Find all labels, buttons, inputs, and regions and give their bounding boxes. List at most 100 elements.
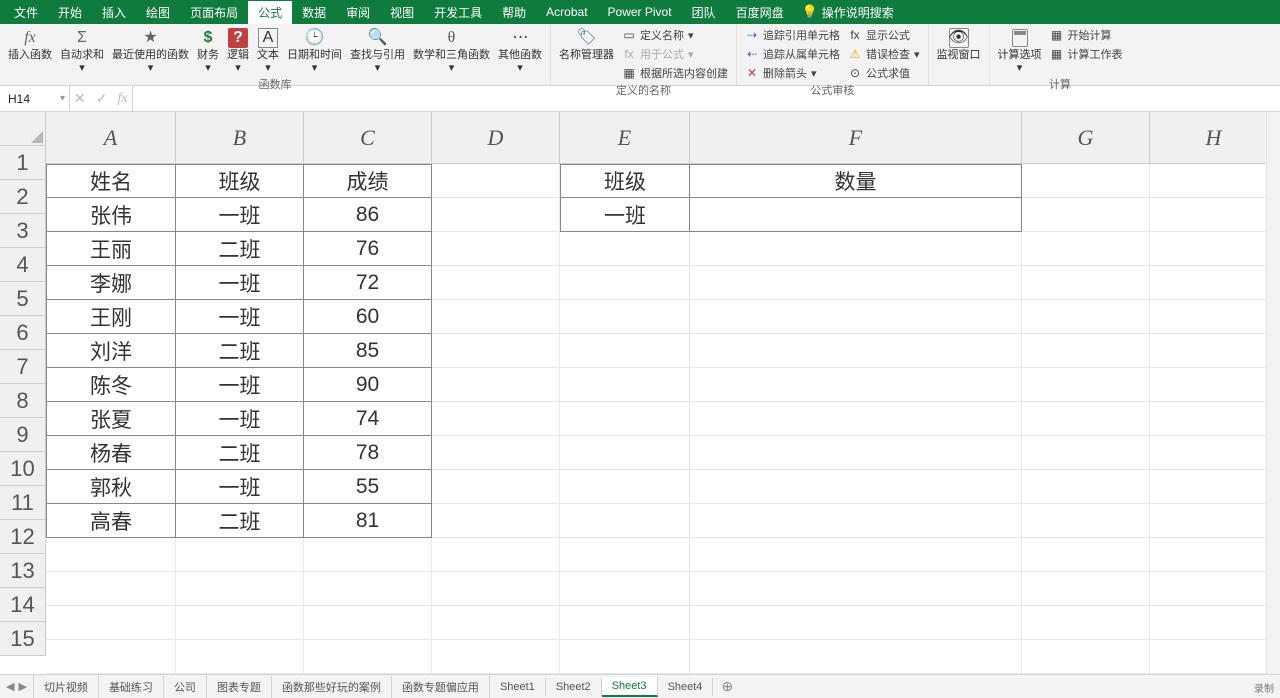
tab-insert[interactable]: 插入 bbox=[92, 1, 136, 24]
cell[interactable]: 一班 bbox=[176, 300, 304, 334]
calc-options-button[interactable]: 计算选项▾ bbox=[996, 26, 1044, 76]
cell[interactable] bbox=[46, 606, 176, 640]
cell[interactable]: 一班 bbox=[176, 198, 304, 232]
cell[interactable]: 一班 bbox=[176, 402, 304, 436]
tab-data[interactable]: 数据 bbox=[292, 1, 336, 24]
cell[interactable]: 陈冬 bbox=[46, 368, 176, 402]
cell[interactable] bbox=[46, 640, 176, 674]
row-header[interactable]: 6 bbox=[0, 316, 45, 350]
cell[interactable] bbox=[432, 436, 560, 470]
col-header[interactable]: A bbox=[46, 112, 176, 163]
tab-file[interactable]: 文件 bbox=[4, 1, 48, 24]
cell[interactable] bbox=[690, 334, 1022, 368]
cell[interactable] bbox=[1150, 164, 1278, 198]
show-formulas-button[interactable]: fx显示公式 bbox=[846, 26, 922, 44]
tab-home[interactable]: 开始 bbox=[48, 1, 92, 24]
logical-button[interactable]: ?逻辑▾ bbox=[225, 26, 251, 76]
cell[interactable]: 一班 bbox=[176, 470, 304, 504]
cell[interactable]: 班级 bbox=[560, 164, 690, 198]
cell[interactable]: 数量 bbox=[690, 164, 1022, 198]
define-name-button[interactable]: ▭定义名称 ▾ bbox=[620, 26, 730, 44]
cell[interactable] bbox=[1022, 266, 1150, 300]
tab-powerpivot[interactable]: Power Pivot bbox=[598, 2, 682, 22]
cell[interactable] bbox=[1022, 164, 1150, 198]
cell[interactable] bbox=[46, 538, 176, 572]
row-header[interactable]: 9 bbox=[0, 418, 45, 452]
math-button[interactable]: θ数学和三角函数▾ bbox=[411, 26, 492, 76]
add-sheet-button[interactable]: ⊕ bbox=[713, 678, 741, 695]
cell[interactable] bbox=[432, 334, 560, 368]
cell[interactable] bbox=[1150, 436, 1278, 470]
cell[interactable]: 张伟 bbox=[46, 198, 176, 232]
col-header[interactable]: H bbox=[1150, 112, 1278, 163]
cell[interactable] bbox=[1150, 300, 1278, 334]
cell[interactable] bbox=[432, 266, 560, 300]
cell[interactable]: 王丽 bbox=[46, 232, 176, 266]
cell[interactable] bbox=[432, 368, 560, 402]
name-box[interactable]: H14 bbox=[0, 86, 70, 111]
cell[interactable] bbox=[176, 606, 304, 640]
cell[interactable] bbox=[1150, 232, 1278, 266]
recent-fn-button[interactable]: ★最近使用的函数▾ bbox=[110, 26, 191, 76]
cell[interactable] bbox=[690, 504, 1022, 538]
row-header[interactable]: 15 bbox=[0, 622, 45, 656]
text-button[interactable]: A文本▾ bbox=[255, 26, 281, 76]
cell[interactable] bbox=[690, 606, 1022, 640]
sheet-tab[interactable]: Sheet4 bbox=[658, 678, 714, 696]
cell[interactable]: 姓名 bbox=[46, 164, 176, 198]
cell[interactable] bbox=[1022, 402, 1150, 436]
cell[interactable] bbox=[304, 538, 432, 572]
cell[interactable] bbox=[560, 470, 690, 504]
cell[interactable]: 李娜 bbox=[46, 266, 176, 300]
morefn-button[interactable]: ⋯其他函数▾ bbox=[496, 26, 544, 76]
cell[interactable] bbox=[432, 198, 560, 232]
tab-pagelayout[interactable]: 页面布局 bbox=[180, 1, 248, 24]
tab-help[interactable]: 帮助 bbox=[492, 1, 536, 24]
cell[interactable]: 81 bbox=[304, 504, 432, 538]
cell[interactable] bbox=[1022, 368, 1150, 402]
cell[interactable] bbox=[432, 640, 560, 674]
cell[interactable] bbox=[1150, 266, 1278, 300]
cell[interactable] bbox=[560, 606, 690, 640]
sheet-tab[interactable]: 公司 bbox=[164, 676, 207, 698]
tab-formulas[interactable]: 公式 bbox=[248, 1, 292, 24]
cell[interactable]: 高春 bbox=[46, 504, 176, 538]
cell[interactable]: 二班 bbox=[176, 232, 304, 266]
cell[interactable]: 一班 bbox=[176, 368, 304, 402]
cell[interactable] bbox=[1022, 436, 1150, 470]
cell[interactable] bbox=[690, 300, 1022, 334]
cell[interactable] bbox=[432, 402, 560, 436]
cell[interactable] bbox=[432, 606, 560, 640]
cell[interactable] bbox=[560, 232, 690, 266]
cell[interactable]: 85 bbox=[304, 334, 432, 368]
use-in-formula-button[interactable]: fx用于公式 ▾ bbox=[620, 45, 730, 63]
cell[interactable] bbox=[432, 538, 560, 572]
cell[interactable] bbox=[1022, 198, 1150, 232]
tab-acrobat[interactable]: Acrobat bbox=[536, 2, 597, 22]
cell[interactable] bbox=[176, 538, 304, 572]
row-header[interactable]: 14 bbox=[0, 588, 45, 622]
sheet-tab[interactable]: 函数专题偏应用 bbox=[392, 676, 490, 698]
cell[interactable]: 二班 bbox=[176, 504, 304, 538]
insert-function-button[interactable]: fx插入函数 bbox=[6, 26, 54, 63]
cell[interactable] bbox=[560, 368, 690, 402]
cell[interactable] bbox=[432, 572, 560, 606]
cell[interactable] bbox=[560, 504, 690, 538]
row-header[interactable]: 1 bbox=[0, 146, 45, 180]
col-header[interactable]: C bbox=[304, 112, 432, 163]
cell[interactable] bbox=[1022, 538, 1150, 572]
cell[interactable] bbox=[46, 572, 176, 606]
cell[interactable] bbox=[1022, 504, 1150, 538]
watch-window-button[interactable]: 👁监视窗口 bbox=[935, 26, 983, 63]
cell[interactable] bbox=[1150, 470, 1278, 504]
tab-review[interactable]: 审阅 bbox=[336, 1, 380, 24]
cell[interactable] bbox=[690, 198, 1022, 232]
cell[interactable]: 二班 bbox=[176, 334, 304, 368]
cell[interactable]: 60 bbox=[304, 300, 432, 334]
cell[interactable]: 55 bbox=[304, 470, 432, 504]
cell[interactable] bbox=[560, 436, 690, 470]
select-all-corner[interactable] bbox=[0, 112, 46, 146]
cell[interactable] bbox=[690, 538, 1022, 572]
cell[interactable] bbox=[1150, 572, 1278, 606]
tab-view[interactable]: 视图 bbox=[380, 1, 424, 24]
